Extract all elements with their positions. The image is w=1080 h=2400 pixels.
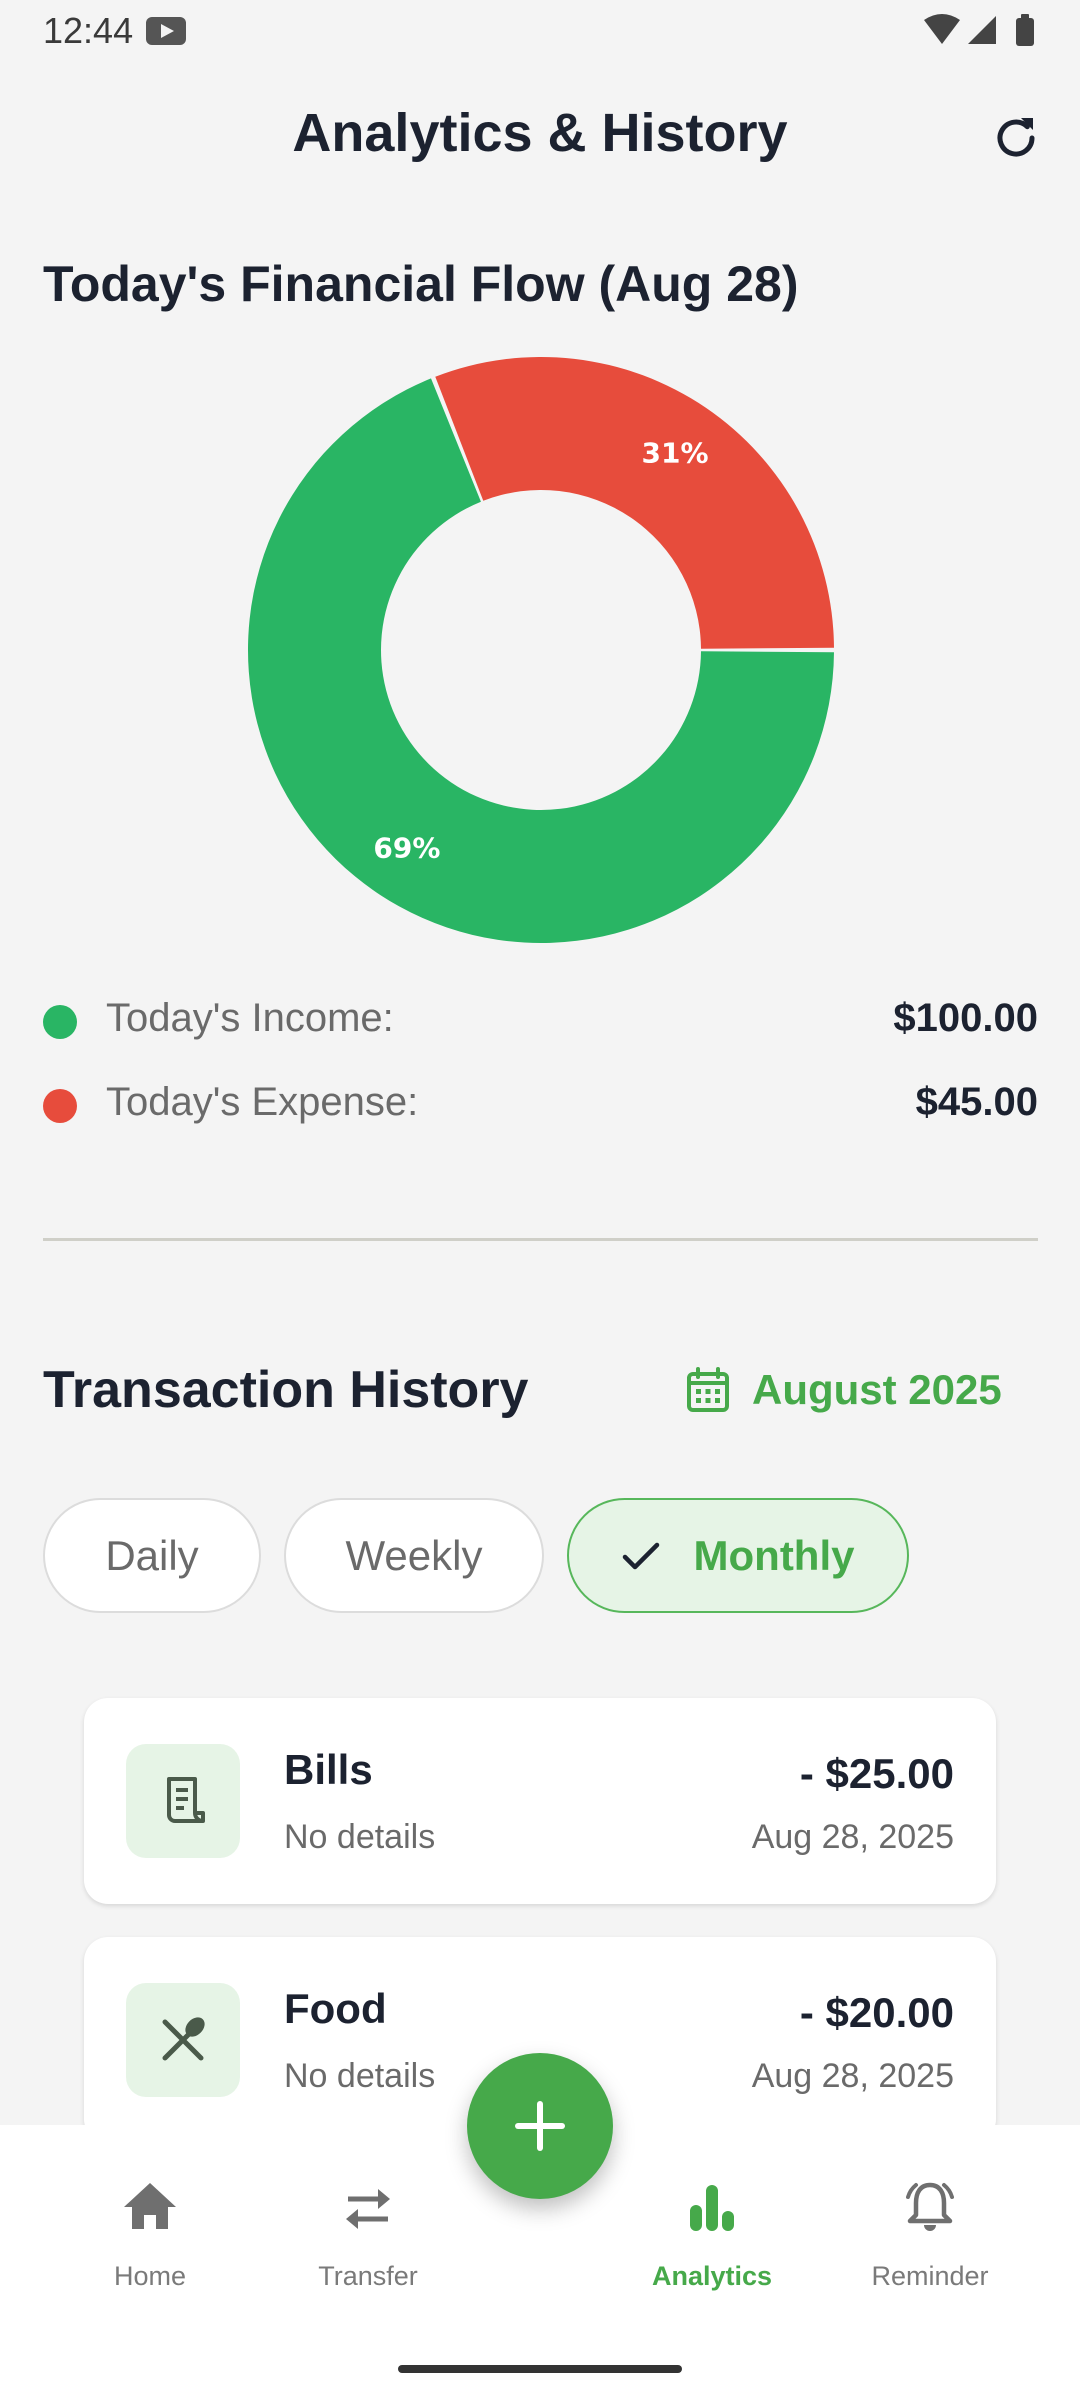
receipt-icon [167,1777,205,1823]
section-divider [43,1238,1038,1241]
expense-value: $45.00 [915,1080,1038,1124]
donut-label-expense: 31% [642,437,709,470]
legend-label: Today's Income: [106,996,394,1040]
home-indicator [398,2365,682,2373]
plus-icon [515,2101,565,2151]
utensils-icon [162,2017,205,2061]
filter-chip-weekly[interactable]: Weekly [284,1498,544,1613]
income-dot [43,1005,77,1039]
donut-label-income: 69% [373,831,440,864]
transaction-details: No details [284,1818,436,1856]
check-icon [622,1542,659,1569]
transaction-history-title: Transaction History [43,1361,529,1419]
filter-chip-daily[interactable]: Daily [43,1498,261,1613]
month-picker-button[interactable]: August 2025 [686,1358,1002,1422]
legend-expense: Today's Expense: $45.00 [43,1074,1038,1134]
home-icon [124,2183,176,2229]
transaction-amount: - $20.00 [799,1989,954,2036]
filter-chip-monthly[interactable]: Monthly [567,1498,909,1613]
wifi-icon [924,14,960,44]
status-time: 12:44 [43,10,134,51]
nav-item-transfer[interactable]: Transfer [268,2177,468,2307]
page-title: Analytics & History [292,103,788,163]
nav-label: Analytics [651,2261,773,2291]
chip-label: Weekly [345,1531,483,1579]
legend-income: Today's Income: $100.00 [43,990,1038,1050]
nav-label: Transfer [318,2261,418,2291]
refresh-button[interactable] [988,110,1044,166]
refresh-icon [997,118,1035,157]
transaction-date: Aug 28, 2025 [751,2057,954,2095]
donut-chart: 69% 31% [247,357,834,943]
financial-flow-title: Today's Financial Flow (Aug 28) [43,256,799,312]
nav-item-analytics[interactable]: Analytics [612,2177,812,2307]
nav-label: Home [113,2261,187,2291]
nav-item-home[interactable]: Home [50,2177,250,2307]
nav-label: Reminder [871,2261,989,2291]
transfer-icon [346,2189,390,2229]
category-icon-box [126,1744,240,1858]
status-bar: 12:44 [0,0,1080,62]
chip-label: Monthly [693,1531,855,1579]
battery-icon [1016,14,1034,46]
status-icons [924,14,1034,46]
chip-label: Daily [105,1531,199,1579]
income-value: $100.00 [893,996,1038,1040]
add-transaction-button[interactable] [467,2053,613,2199]
transaction-date: Aug 28, 2025 [751,1818,954,1856]
youtube-notification-icon [146,17,186,45]
transaction-name: Food [284,1985,387,2032]
transaction-amount: - $25.00 [799,1750,954,1797]
donut-slice-expense [435,357,834,649]
category-icon-box [126,1983,240,2097]
transaction-details: No details [284,2057,436,2095]
nav-item-reminder[interactable]: Reminder [830,2177,1030,2307]
legend-label: Today's Expense: [106,1080,419,1124]
transaction-name: Bills [284,1746,373,1793]
bar-chart-icon [690,2185,734,2231]
expense-dot [43,1089,77,1123]
calendar-icon [687,1367,729,1412]
month-label: August 2025 [752,1366,1002,1413]
signal-icon [968,16,996,44]
bell-icon [906,2182,954,2231]
transaction-card[interactable]: Bills No details - $25.00 Aug 28, 2025 [84,1698,996,1904]
